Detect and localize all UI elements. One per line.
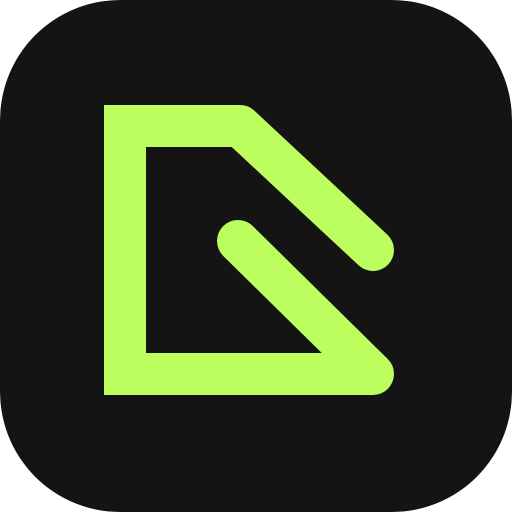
- canvas: [0, 0, 512, 512]
- abstract-angular-logo-icon: [0, 0, 512, 512]
- app-icon[interactable]: [0, 0, 512, 512]
